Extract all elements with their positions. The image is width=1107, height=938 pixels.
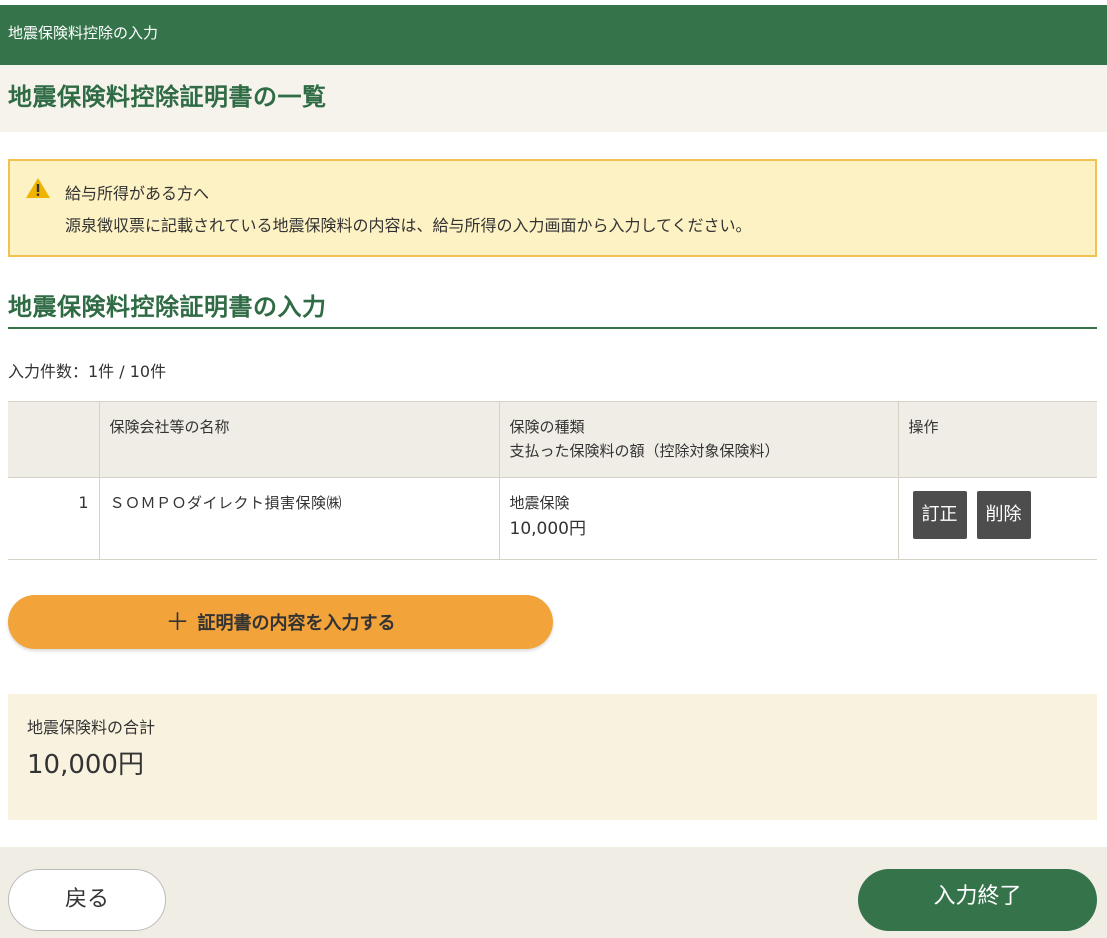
row-company-name: ＳＯＭＰＯダイレクト損害保険㈱ <box>99 477 500 560</box>
total-label: 地震保険料の合計 <box>27 718 156 737</box>
table-header-row: 保険会社等の名称 保険の種類 支払った保険料の額（控除対象保険料） 操作 <box>8 401 1097 478</box>
row-insurance-type: 地震保険 <box>509 494 570 512</box>
table-row: 1 ＳＯＭＰＯダイレクト損害保険㈱ 地震保険 10,000円 訂正 削除 <box>8 477 1097 560</box>
row-number: 1 <box>8 477 100 560</box>
header-type-line2: 支払った保険料の額（控除対象保険料） <box>509 442 780 460</box>
back-button[interactable]: 戻る <box>8 869 166 931</box>
section-header: 地震保険料控除証明書の入力 <box>8 287 1097 329</box>
delete-button[interactable]: 削除 <box>976 491 1031 539</box>
page-title: 地震保険料控除証明書の一覧 <box>8 83 327 111</box>
section-title: 地震保険料控除証明書の入力 <box>8 293 327 321</box>
entry-count: 入力件数：1件 / 10件 <box>8 362 167 381</box>
total-panel: 地震保険料の合計 10,000円 <box>8 694 1097 820</box>
notice-heading: 給与所得がある方へ <box>65 184 210 203</box>
title-band: 地震保険料控除証明書の一覧 <box>0 65 1107 132</box>
footer-bar: 戻る 入力終了 <box>0 847 1107 938</box>
header-num <box>8 401 100 478</box>
row-insurance-info: 地震保険 10,000円 <box>499 477 899 560</box>
notice-box: 給与所得がある方へ 源泉徴収票に記載されている地震保険料の内容は、給与所得の入力… <box>8 159 1097 257</box>
header-title: 地震保険料控除の入力 <box>8 24 159 42</box>
row-premium-amount: 10,000円 <box>509 519 586 539</box>
header-insurance-type: 保険の種類 支払った保険料の額（控除対象保険料） <box>499 401 899 478</box>
finish-input-button[interactable]: 入力終了 <box>858 869 1097 931</box>
total-value: 10,000円 <box>27 750 144 780</box>
header-type-line1: 保険の種類 <box>509 418 585 436</box>
plus-icon: ＋ <box>165 608 190 636</box>
header-operations: 操作 <box>898 401 1097 478</box>
row-operations: 訂正 削除 <box>898 477 1097 560</box>
notice-text: 源泉徴収票に記載されている地震保険料の内容は、給与所得の入力画面から入力してくだ… <box>65 216 752 235</box>
edit-button[interactable]: 訂正 <box>912 491 967 539</box>
page: 地震保険料控除の入力 地震保険料控除証明書の一覧 給与所得がある方へ 源泉徴収票… <box>0 0 1107 938</box>
add-certificate-label: 証明書の内容を入力する <box>197 613 396 634</box>
certificate-table: 保険会社等の名称 保険の種類 支払った保険料の額（控除対象保険料） 操作 1 Ｓ… <box>8 401 1097 560</box>
header-company-name: 保険会社等の名称 <box>99 401 500 478</box>
header-bar: 地震保険料控除の入力 <box>0 5 1107 65</box>
add-certificate-button[interactable]: ＋ 証明書の内容を入力する <box>8 595 553 649</box>
warning-icon <box>26 178 50 198</box>
